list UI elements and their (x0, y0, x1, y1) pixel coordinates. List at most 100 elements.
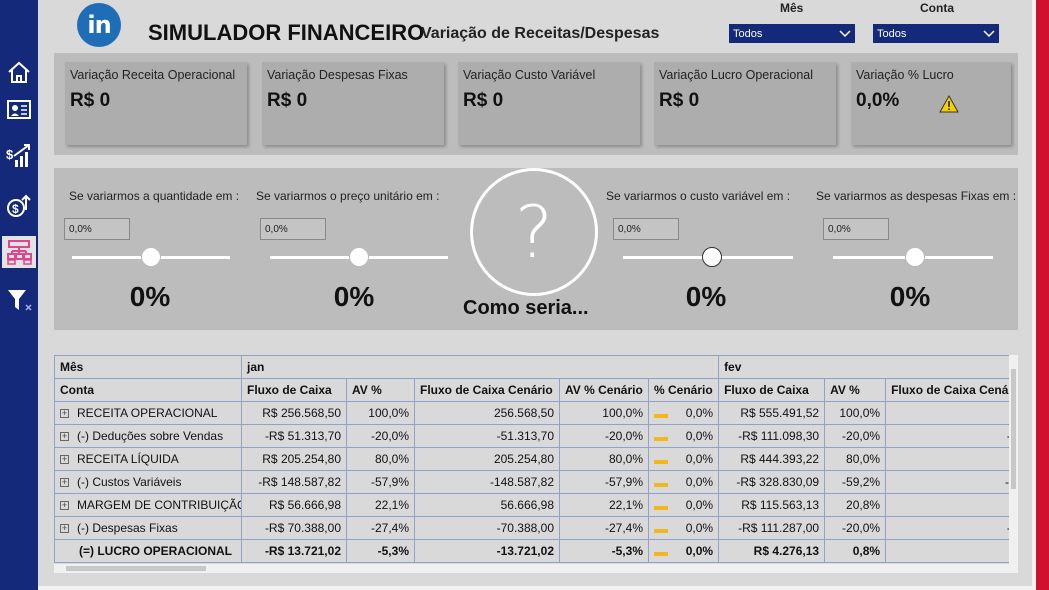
kpi-label: Variação Custo Variável (463, 68, 596, 82)
table-header-month-row: Mês jan fev (54, 355, 1018, 379)
kpi-card-receita: Variação Receita Operacional R$ 0 (65, 62, 247, 145)
table-cell: 80,0% (559, 447, 649, 471)
param-input-preco[interactable]: 0,0% (260, 218, 326, 240)
column-header[interactable]: Fluxo de Caixa Cenário (414, 378, 560, 402)
horizontal-scrollbar[interactable] (54, 564, 1018, 573)
mes-filter-value: Todos (733, 27, 763, 40)
table-body: + RECEITA OPERACIONAL R$ 256.568,50 100,0% 2… (54, 401, 1018, 563)
cell-value: 0,0% (685, 498, 714, 512)
row-label-cell: + RECEITA LÍQUIDA (54, 447, 242, 471)
chevron-down-icon (839, 29, 851, 37)
cell-value: 256.568,50 (493, 406, 554, 420)
column-header[interactable]: AV % Cenário (559, 378, 649, 402)
scenario-bar (654, 529, 668, 533)
flowchart-icon[interactable] (2, 236, 36, 268)
kpi-label: Variação % Lucro (856, 68, 954, 82)
table-cell: -27,4% (559, 516, 649, 540)
cell-value: 100,0% (368, 406, 409, 420)
param-percent-preco: 0% (333, 281, 375, 312)
home-icon[interactable] (3, 56, 35, 88)
table-cell: 0,0% (647, 447, 720, 471)
param-input-despesas-fixas[interactable]: 0,0% (823, 218, 889, 240)
column-header[interactable]: Fluxo de Caixa (241, 378, 347, 402)
cell-value: 0,8% (852, 544, 881, 558)
cell-value: 80,0% (846, 452, 881, 466)
table-cell: 0,0% (647, 539, 720, 563)
table-cell: 115.563,13 (885, 493, 1018, 517)
table-cell: 444.393,22 (885, 447, 1018, 471)
growth-chart-icon[interactable]: $ (3, 140, 35, 172)
slider-handle-custo-variavel[interactable] (701, 247, 722, 267)
table-cell: 80,0% (824, 447, 887, 471)
expand-icon[interactable]: + (60, 524, 69, 534)
expand-icon[interactable]: + (60, 501, 69, 511)
column-header[interactable]: AV % (346, 378, 415, 402)
month-header-fev[interactable]: fev (718, 355, 1018, 379)
kpi-label: Variação Lucro Operacional (659, 68, 814, 82)
conta-filter-dropdown[interactable]: Todos (873, 24, 999, 43)
linkedin-logo[interactable]: in (77, 3, 121, 47)
report-icon[interactable] (3, 94, 35, 126)
slider-handle-despesas-fixas[interactable] (904, 247, 925, 267)
column-header[interactable]: Fluxo de Caixa (718, 378, 826, 402)
page-subtitle: Variação de Receitas/Despesas (421, 25, 660, 42)
expand-icon[interactable]: + (60, 432, 69, 442)
money-up-icon[interactable]: $ (3, 190, 35, 222)
cell-value: 20,8% (846, 498, 881, 512)
filter-clear-icon[interactable] (3, 284, 35, 316)
page-title: SIMULADOR FINANCEIRO (148, 20, 425, 45)
param-label-custo-variavel: Se variarmos o custo variável em : (606, 189, 791, 203)
slider-handle-preco[interactable] (349, 247, 369, 267)
cell-value: -5,3% (611, 544, 643, 558)
kpi-label: Variação Receita Operacional (70, 68, 236, 82)
column-header[interactable]: Fluxo de Caixa Cenário (885, 378, 1018, 402)
scenario-caption: Como seria... (463, 297, 589, 319)
table-cell: 0,8% (824, 539, 887, 563)
table-total-row: (=) LUCRO OPERACIONAL -R$ 13.721,02 -5,3% -… (54, 539, 1018, 563)
column-header[interactable]: % Cenário (647, 378, 720, 402)
cell-value: R$ 555.491,52 (740, 406, 820, 420)
cell-value: R$ 4.276,13 (753, 544, 820, 558)
table-cell: R$ 444.393,22 (718, 447, 826, 471)
cell-value: -20,0% (370, 429, 409, 443)
cell-value: -R$ 328.830,09 (736, 475, 820, 489)
cell-value: -R$ 111.287,00 (738, 521, 820, 535)
row-label-cell: + (-) Despesas Fixas (54, 516, 242, 540)
cell-value: R$ 256.568,50 (262, 406, 341, 420)
table-cell: -R$ 328.830,09 (718, 470, 826, 494)
table-row: + (-) Deduções sobre Vendas -R$ 51.313,70 -… (54, 424, 1018, 448)
scenario-bar (654, 414, 668, 418)
cell-value: -59,2% (842, 475, 881, 489)
expand-icon[interactable]: + (60, 478, 69, 488)
slider-handle-quantidade[interactable] (141, 247, 161, 267)
table-cell: 100,0% (824, 401, 887, 425)
table-row: + RECEITA LÍQUIDA R$ 205.254,80 80,0% 205.25… (54, 447, 1018, 471)
cell-value: -57,9% (370, 475, 409, 489)
column-header[interactable]: AV % (824, 378, 887, 402)
kpi-label: Variação Despesas Fixas (267, 68, 408, 82)
table-cell: 0,0% (647, 424, 720, 448)
table-cell: 100,0% (559, 401, 649, 425)
mes-filter-dropdown[interactable]: Todos (729, 24, 855, 43)
sidebar: $ $ (0, 0, 38, 590)
cell-value: R$ 115.563,13 (741, 498, 820, 512)
table-row: + (-) Despesas Fixas -R$ 70.388,00 -27,4% -7… (54, 516, 1018, 540)
row-label-cell: + (-) Deduções sobre Vendas (54, 424, 242, 448)
scroll-thumb[interactable] (66, 566, 206, 571)
month-header-jan[interactable]: jan (240, 355, 720, 379)
param-label-despesas-fixas: Se variarmos as despesas Fixas em : (816, 189, 1017, 203)
param-input-custo-variavel[interactable]: 0,0% (613, 218, 679, 240)
expand-icon[interactable]: + (60, 409, 69, 419)
row-label-cell: + RECEITA OPERACIONAL (54, 401, 242, 425)
cell-value: -5,3% (377, 544, 409, 558)
expand-icon[interactable]: + (60, 455, 69, 465)
row-label: (-) Deduções sobre Vendas (77, 429, 224, 443)
scroll-thumb[interactable] (1011, 369, 1016, 489)
cell-value: 56.666,98 (500, 498, 554, 512)
vertical-scrollbar[interactable] (1009, 355, 1018, 573)
cell-value: R$ 56.666,98 (268, 498, 341, 512)
cell-value: 80,0% (608, 452, 643, 466)
table-cell: -20,0% (559, 424, 649, 448)
param-input-quantidade[interactable]: 0,0% (64, 218, 130, 240)
row-label: (-) Custos Variáveis (77, 475, 182, 489)
